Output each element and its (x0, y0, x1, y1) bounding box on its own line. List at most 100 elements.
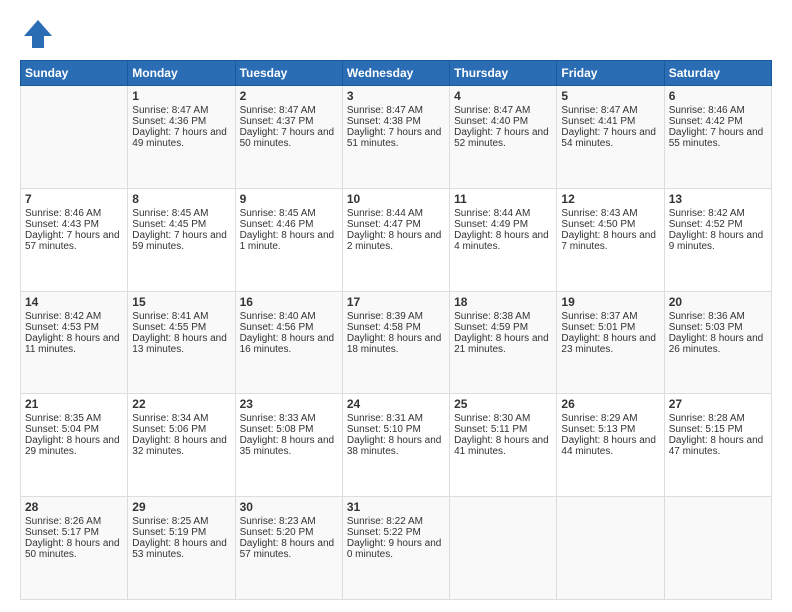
calendar-cell: 4Sunrise: 8:47 AMSunset: 4:40 PMDaylight… (450, 86, 557, 189)
sunset-text: Sunset: 4:55 PM (132, 322, 230, 333)
sunrise-text: Sunrise: 8:40 AM (240, 311, 338, 322)
daylight-text: Daylight: 8 hours and 32 minutes. (132, 435, 230, 457)
logo (20, 16, 62, 52)
day-number: 27 (669, 397, 767, 411)
daylight-text: Daylight: 8 hours and 47 minutes. (669, 435, 767, 457)
page: SundayMondayTuesdayWednesdayThursdayFrid… (0, 0, 792, 612)
calendar-cell: 31Sunrise: 8:22 AMSunset: 5:22 PMDayligh… (342, 497, 449, 600)
daylight-text: Daylight: 8 hours and 21 minutes. (454, 333, 552, 355)
day-number: 23 (240, 397, 338, 411)
calendar-cell (21, 86, 128, 189)
calendar-cell: 3Sunrise: 8:47 AMSunset: 4:38 PMDaylight… (342, 86, 449, 189)
sunrise-text: Sunrise: 8:42 AM (25, 311, 123, 322)
calendar-week-3: 14Sunrise: 8:42 AMSunset: 4:53 PMDayligh… (21, 291, 772, 394)
calendar-cell: 18Sunrise: 8:38 AMSunset: 4:59 PMDayligh… (450, 291, 557, 394)
sunset-text: Sunset: 5:08 PM (240, 424, 338, 435)
day-number: 30 (240, 500, 338, 514)
calendar-cell: 25 Sunrise: 8:30 AMSunset: 5:11 PMDayligh… (450, 394, 557, 497)
sunset-text: Sunset: 5:22 PM (347, 527, 445, 538)
sunset-text: Sunset: 4:36 PM (132, 116, 230, 127)
sunrise-text: Sunrise: 8:45 AM (240, 208, 338, 219)
day-number: 4 (454, 89, 552, 103)
calendar-cell: 24Sunrise: 8:31 AMSunset: 5:10 PMDayligh… (342, 394, 449, 497)
daylight-text: Daylight: 8 hours and 1 minute. (240, 230, 338, 252)
sunrise-text: Sunrise: 8:31 AM (347, 413, 445, 424)
daylight-text: Daylight: 8 hours and 13 minutes. (132, 333, 230, 355)
sunset-text: Sunset: 5:04 PM (25, 424, 123, 435)
daylight-text: Daylight: 8 hours and 35 minutes. (240, 435, 338, 457)
sunrise-text: Sunrise: 8:30 AM (454, 413, 552, 424)
sunrise-text: Sunrise: 8:44 AM (347, 208, 445, 219)
day-number: 8 (132, 192, 230, 206)
daylight-text: Daylight: 8 hours and 57 minutes. (240, 538, 338, 560)
sunset-text: Sunset: 5:01 PM (561, 322, 659, 333)
day-number: 9 (240, 192, 338, 206)
calendar-cell: 26Sunrise: 8:29 AMSunset: 5:13 PMDayligh… (557, 394, 664, 497)
sunrise-text: Sunrise: 8:47 AM (240, 105, 338, 116)
day-number: 25 (454, 397, 552, 411)
calendar-week-2: 7Sunrise: 8:46 AMSunset: 4:43 PMDaylight… (21, 188, 772, 291)
sunset-text: Sunset: 4:43 PM (25, 219, 123, 230)
sunrise-text: Sunrise: 8:35 AM (25, 413, 123, 424)
sunset-text: Sunset: 5:10 PM (347, 424, 445, 435)
calendar-cell (557, 497, 664, 600)
daylight-text: Daylight: 8 hours and 9 minutes. (669, 230, 767, 252)
sunrise-text: Sunrise: 8:28 AM (669, 413, 767, 424)
calendar-cell: 8Sunrise: 8:45 AMSunset: 4:45 PMDaylight… (128, 188, 235, 291)
daylight-text: Daylight: 7 hours and 57 minutes. (25, 230, 123, 252)
sunset-text: Sunset: 5:11 PM (454, 424, 552, 435)
calendar-cell: 12 Sunrise: 8:43 AMSunset: 4:50 PMDayligh… (557, 188, 664, 291)
sunrise-text: Sunrise: 8:39 AM (347, 311, 445, 322)
sunset-text: Sunset: 5:06 PM (132, 424, 230, 435)
sunrise-text: Sunrise: 8:47 AM (132, 105, 230, 116)
day-number: 18 (454, 295, 552, 309)
day-number: 12 (561, 192, 659, 206)
daylight-text: Daylight: 7 hours and 54 minutes. (561, 127, 659, 149)
calendar-cell: 29Sunrise: 8:25 AMSunset: 5:19 PMDayligh… (128, 497, 235, 600)
day-number: 11 (454, 192, 552, 206)
weekday-header-monday: Monday (128, 61, 235, 86)
daylight-text: Daylight: 8 hours and 11 minutes. (25, 333, 123, 355)
day-number: 24 (347, 397, 445, 411)
daylight-text: Daylight: 8 hours and 50 minutes. (25, 538, 123, 560)
daylight-text: Daylight: 7 hours and 51 minutes. (347, 127, 445, 149)
calendar-cell: 14Sunrise: 8:42 AMSunset: 4:53 PMDayligh… (21, 291, 128, 394)
sunrise-text: Sunrise: 8:26 AM (25, 516, 123, 527)
sunrise-text: Sunrise: 8:36 AM (669, 311, 767, 322)
day-number: 21 (25, 397, 123, 411)
sunrise-text: Sunrise: 8:34 AM (132, 413, 230, 424)
daylight-text: Daylight: 8 hours and 29 minutes. (25, 435, 123, 457)
calendar-cell (450, 497, 557, 600)
weekday-header-row: SundayMondayTuesdayWednesdayThursdayFrid… (21, 61, 772, 86)
weekday-header-sunday: Sunday (21, 61, 128, 86)
daylight-text: Daylight: 7 hours and 50 minutes. (240, 127, 338, 149)
calendar-week-5: 28Sunrise: 8:26 AMSunset: 5:17 PMDayligh… (21, 497, 772, 600)
sunset-text: Sunset: 4:38 PM (347, 116, 445, 127)
day-number: 16 (240, 295, 338, 309)
weekday-header-friday: Friday (557, 61, 664, 86)
daylight-text: Daylight: 7 hours and 59 minutes. (132, 230, 230, 252)
calendar-cell: 2Sunrise: 8:47 AMSunset: 4:37 PMDaylight… (235, 86, 342, 189)
daylight-text: Daylight: 8 hours and 7 minutes. (561, 230, 659, 252)
calendar-cell: 21 Sunrise: 8:35 AMSunset: 5:04 PMDayligh… (21, 394, 128, 497)
day-number: 7 (25, 192, 123, 206)
sunrise-text: Sunrise: 8:43 AM (561, 208, 659, 219)
weekday-header-wednesday: Wednesday (342, 61, 449, 86)
daylight-text: Daylight: 8 hours and 41 minutes. (454, 435, 552, 457)
sunset-text: Sunset: 4:40 PM (454, 116, 552, 127)
sunrise-text: Sunrise: 8:25 AM (132, 516, 230, 527)
calendar-cell: 23Sunrise: 8:33 AMSunset: 5:08 PMDayligh… (235, 394, 342, 497)
header (20, 16, 772, 52)
sunset-text: Sunset: 4:50 PM (561, 219, 659, 230)
logo-icon (20, 16, 56, 52)
daylight-text: Daylight: 8 hours and 23 minutes. (561, 333, 659, 355)
calendar-cell: 17Sunrise: 8:39 AMSunset: 4:58 PMDayligh… (342, 291, 449, 394)
sunrise-text: Sunrise: 8:47 AM (454, 105, 552, 116)
day-number: 1 (132, 89, 230, 103)
day-number: 22 (132, 397, 230, 411)
sunset-text: Sunset: 4:49 PM (454, 219, 552, 230)
day-number: 15 (132, 295, 230, 309)
day-number: 17 (347, 295, 445, 309)
sunset-text: Sunset: 4:41 PM (561, 116, 659, 127)
day-number: 3 (347, 89, 445, 103)
